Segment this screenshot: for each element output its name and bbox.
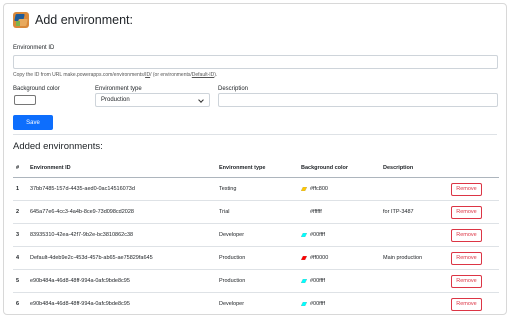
divider [13,134,497,135]
environment-id-cell: 83935310-42ea-42f7-9b2e-bc3810862c38 [30,232,134,238]
row-number: 2 [16,209,20,215]
table-row: 6 e90b484a-46d8-48ff-994a-0afc9bde8c95 Dev… [13,293,499,314]
description-cell: for ITP-3487 [383,209,414,215]
background-color-cell: #ff0000 [301,247,328,269]
hint-default-id-link[interactable]: Default-ID [192,72,215,78]
page-title: Add environment: [35,13,133,27]
table-row: 2 645a77e6-4cc3-4a4b-8ce9-73d098cd2028 Tri… [13,201,499,224]
table-row: 5 e90b484a-46d8-48ff-994a-0afc9bde8c95 Pro… [13,270,499,293]
table-row: 1 37bb7485-157d-4435-aed0-0ac14516073d Tes… [13,178,499,201]
row-number: 4 [16,255,20,261]
row-number: 5 [16,278,20,284]
background-color-label: Background color [13,86,60,92]
environment-id-cell: e90b484a-46d8-48ff-994a-0afc9bde8c95 [30,278,130,284]
environment-id-input[interactable] [13,55,498,69]
background-color-cell: #00ffff [301,293,325,314]
environment-id-cell: 645a77e6-4cc3-4a4b-8ce9-73d098cd2028 [30,209,134,215]
color-value: #ff0000 [310,255,329,261]
col-header-color: Background color [301,165,349,171]
environment-type-cell: Developer [219,232,245,238]
environment-type-cell: Trial [219,209,230,215]
actions-cell: Remove [451,201,482,223]
background-color-cell: #00ffff [301,224,325,246]
color-value: #ffc800 [310,186,328,192]
remove-button[interactable]: Remove [451,228,482,242]
palette-icon [301,302,307,306]
col-header-num: # [16,165,20,171]
actions-cell: Remove [451,224,482,246]
header: Add environment: [13,12,133,28]
app-window: Add environment: Environment ID Copy the… [3,3,507,315]
environment-id-cell: Default-4deb9e2c-453d-457b-ab65-ae75829f… [30,255,153,261]
color-value: #00ffff [310,232,325,238]
environment-type-cell: Developer [219,301,245,307]
actions-cell: Remove [451,247,482,269]
remove-button[interactable]: Remove [451,182,482,196]
col-header-id: Environment ID [30,165,71,171]
chevron-down-icon [198,97,204,103]
remove-button[interactable]: Remove [451,297,482,311]
actions-cell: Remove [451,178,482,200]
environment-type-cell: Production [219,255,246,261]
row-number: 3 [16,232,20,238]
remove-button[interactable]: Remove [451,205,482,219]
environment-id-cell: e90b484a-46d8-48ff-994a-0afc9bde8c95 [30,301,130,307]
environments-table: # Environment ID Environment type Backgr… [13,159,499,314]
color-value: #00ffff [310,278,325,284]
background-color-cell: #ffffff [301,201,322,223]
row-number: 1 [16,186,20,192]
save-button[interactable]: Save [13,115,53,130]
description-input[interactable] [218,93,498,107]
color-value: #00ffff [310,301,325,307]
actions-cell: Remove [451,293,482,314]
background-color-cell: #ffc800 [301,178,328,200]
palette-icon [301,233,307,237]
palette-icon [301,256,307,260]
environment-id-label: Environment ID [13,45,55,51]
description-cell: Main production [383,255,423,261]
environment-type-label: Environment type [95,86,142,92]
table-row: 4 Default-4deb9e2c-453d-457b-ab65-ae75829… [13,247,499,270]
table-body: 1 37bb7485-157d-4435-aed0-0ac14516073d Tes… [13,178,499,314]
environment-id-hint: Copy the ID from URL make.powerapps.com/… [13,72,218,78]
description-label: Description [218,86,249,92]
col-header-desc: Description [383,165,414,171]
environment-type-cell: Testing [219,186,237,192]
added-environments-title: Added environments: [13,141,103,152]
palette-icon [301,187,307,191]
power-apps-logo-icon [13,12,29,28]
table-header: # Environment ID Environment type Backgr… [13,159,499,178]
environment-type-value: Production [101,97,130,103]
actions-cell: Remove [451,270,482,292]
background-color-picker[interactable] [14,95,36,105]
col-header-type: Environment type [219,165,266,171]
environment-type-select[interactable]: Production [95,93,210,107]
row-number: 6 [16,301,20,307]
color-value: #ffffff [310,209,322,215]
environment-id-cell: 37bb7485-157d-4435-aed0-0ac14516073d [30,186,135,192]
remove-button[interactable]: Remove [451,251,482,265]
table-row: 3 83935310-42ea-42f7-9b2e-bc3810862c38 Dev… [13,224,499,247]
environment-type-cell: Production [219,278,246,284]
remove-button[interactable]: Remove [451,274,482,288]
palette-icon [301,279,307,283]
background-color-cell: #00ffff [301,270,325,292]
